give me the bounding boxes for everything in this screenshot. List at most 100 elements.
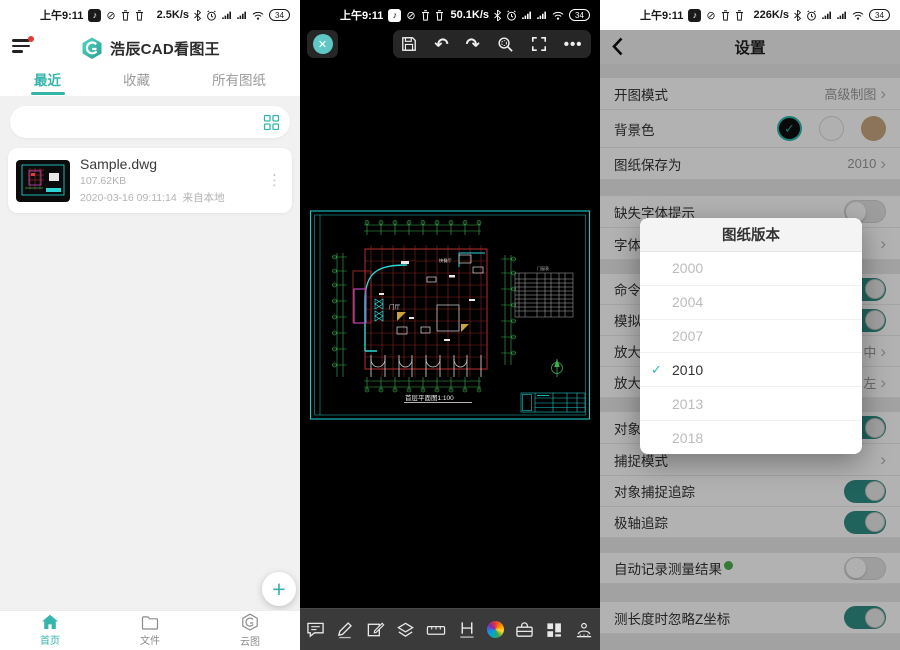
table-title: 门窗表 <box>537 265 549 271</box>
tab-favorites[interactable]: 收藏 <box>123 69 150 93</box>
do-not-disturb-icon: ⊘ <box>106 9 115 22</box>
file-source: 来自本地 <box>183 192 225 204</box>
folder-icon <box>141 615 159 630</box>
zoom-icon[interactable] <box>497 36 514 53</box>
app-screens: 上午9:11 ♪ ⊘ 2.5K/s 34 浩辰CAD看图王 最近 <box>0 0 900 650</box>
fullscreen-icon[interactable] <box>531 36 547 52</box>
edit-note-icon[interactable] <box>366 620 385 639</box>
app-title: 浩辰CAD看图王 <box>110 38 220 59</box>
layout-icon[interactable] <box>545 621 563 639</box>
version-option-2007[interactable]: 2007 <box>640 320 862 354</box>
bluetooth-icon <box>494 10 501 21</box>
trash-icon <box>121 10 130 21</box>
do-not-disturb-icon: ⊘ <box>706 9 715 22</box>
logo-hexagon-icon <box>80 36 104 60</box>
bluetooth-icon <box>794 10 801 21</box>
home-panel: 上午9:11 ♪ ⊘ 2.5K/s 34 浩辰CAD看图王 最近 <box>0 0 300 650</box>
clock-text: 上午9:11 <box>40 7 83 23</box>
battery-level: 34 <box>275 11 284 20</box>
file-date: 2020-03-16 09:11:14 <box>80 192 177 204</box>
trash-icon <box>421 10 430 21</box>
close-viewer-button[interactable]: ✕ <box>307 30 338 58</box>
file-date-source: 2020-03-16 09:11:14 来自本地 <box>80 190 257 205</box>
battery-icon: 34 <box>569 9 590 21</box>
signal-icon <box>537 10 547 20</box>
present-icon[interactable] <box>574 621 594 639</box>
nav-home[interactable]: 首页 <box>0 611 100 650</box>
signal-icon <box>837 10 847 20</box>
more-icon[interactable]: ••• <box>564 36 583 53</box>
wifi-icon <box>552 11 564 20</box>
add-drawing-button[interactable]: + <box>262 572 296 606</box>
home-icon <box>41 614 59 630</box>
trash-icon <box>735 10 744 21</box>
signal-icon <box>237 10 247 20</box>
clock-text: 上午9:11 <box>640 7 683 23</box>
cad-drawing[interactable]: 门窗表 门厅 快餐厅 首层平面图1:100 <box>309 209 592 422</box>
viewer-toolbar: ↶ ↷ ••• <box>393 30 591 58</box>
tab-all-drawings[interactable]: 所有图纸 <box>212 69 266 93</box>
close-icon: ✕ <box>313 34 333 54</box>
bottom-nav: 首页 文件 云图 <box>0 610 300 650</box>
battery-level: 34 <box>875 11 884 20</box>
battery-icon: 34 <box>869 9 890 21</box>
music-note-icon: ♪ <box>88 9 101 22</box>
clock-text: 上午9:11 <box>340 7 383 23</box>
undo-icon[interactable]: ↶ <box>434 36 448 53</box>
status-right-group: 2.5K/s 34 <box>157 9 290 21</box>
version-option-2000[interactable]: 2000 <box>640 252 862 286</box>
tab-recent[interactable]: 最近 <box>34 69 61 93</box>
version-option-2010-selected[interactable]: 2010 <box>640 353 862 387</box>
trash-icon <box>721 10 730 21</box>
music-note-icon: ♪ <box>388 9 401 22</box>
notification-dot <box>28 36 34 42</box>
alarm-icon <box>506 10 517 21</box>
status-bar: 上午9:11 ♪ ⊘ 50.1K/s 34 <box>300 0 600 30</box>
color-wheel-icon[interactable] <box>487 621 504 638</box>
trash-icon <box>135 10 144 21</box>
do-not-disturb-icon: ⊘ <box>406 9 415 22</box>
nav-files-label: 文件 <box>140 632 160 647</box>
alarm-icon <box>806 10 817 21</box>
nav-home-label: 首页 <box>40 632 60 647</box>
file-thumbnail <box>16 160 70 202</box>
network-speed: 226K/s <box>754 9 789 21</box>
bluetooth-icon <box>194 10 201 21</box>
nav-cloud[interactable]: 云图 <box>200 611 300 650</box>
draw-icon[interactable] <box>336 620 355 639</box>
search-bar[interactable] <box>10 106 290 138</box>
menu-icon[interactable] <box>12 39 32 57</box>
status-left-group: 上午9:11 ♪ ⊘ <box>40 7 144 23</box>
viewer-panel: 上午9:11 ♪ ⊘ 50.1K/s 34 ✕ ↶ ↷ ••• <box>300 0 600 650</box>
file-card[interactable]: Sample.dwg 107.62KB 2020-03-16 09:11:14 … <box>8 148 292 213</box>
nav-files[interactable]: 文件 <box>100 611 200 650</box>
toolbox-icon[interactable] <box>515 621 534 639</box>
height-measure-icon[interactable] <box>458 620 476 639</box>
alarm-icon <box>206 10 217 21</box>
save-icon[interactable] <box>401 36 417 52</box>
version-option-2004[interactable]: 2004 <box>640 286 862 320</box>
signal-icon <box>522 10 532 20</box>
ruler-icon[interactable] <box>426 623 446 637</box>
music-note-icon: ♪ <box>688 9 701 22</box>
signal-icon <box>222 10 232 20</box>
layers-icon[interactable] <box>396 621 415 639</box>
cloud-hexagon-icon <box>241 613 259 631</box>
settings-panel: 上午9:11 ♪ ⊘ 226K/s 34 设置 开图模式 高级制图› 背景色 ✓ <box>600 0 900 650</box>
app-header: 浩辰CAD看图王 <box>0 30 300 66</box>
redo-icon[interactable]: ↷ <box>466 36 480 53</box>
status-bar: 上午9:11 ♪ ⊘ 2.5K/s 34 <box>0 0 300 30</box>
room-label-lobby: 门厅 <box>389 303 401 311</box>
version-option-2013[interactable]: 2013 <box>640 387 862 421</box>
drawing-title: 首层平面图1:100 <box>405 393 454 402</box>
comment-icon[interactable] <box>306 621 325 639</box>
kebab-menu-icon[interactable]: ⋮ <box>267 173 282 188</box>
grid-view-icon[interactable] <box>263 114 280 131</box>
signal-icon <box>822 10 832 20</box>
version-option-2018[interactable]: 2018 <box>640 421 862 454</box>
trash-icon <box>435 10 444 21</box>
file-info: Sample.dwg 107.62KB 2020-03-16 09:11:14 … <box>80 156 257 205</box>
status-bar: 上午9:11 ♪ ⊘ 226K/s 34 <box>600 0 900 30</box>
status-left-group: 上午9:11 ♪ ⊘ <box>640 7 744 23</box>
viewer-bottom-toolbar <box>300 608 600 650</box>
